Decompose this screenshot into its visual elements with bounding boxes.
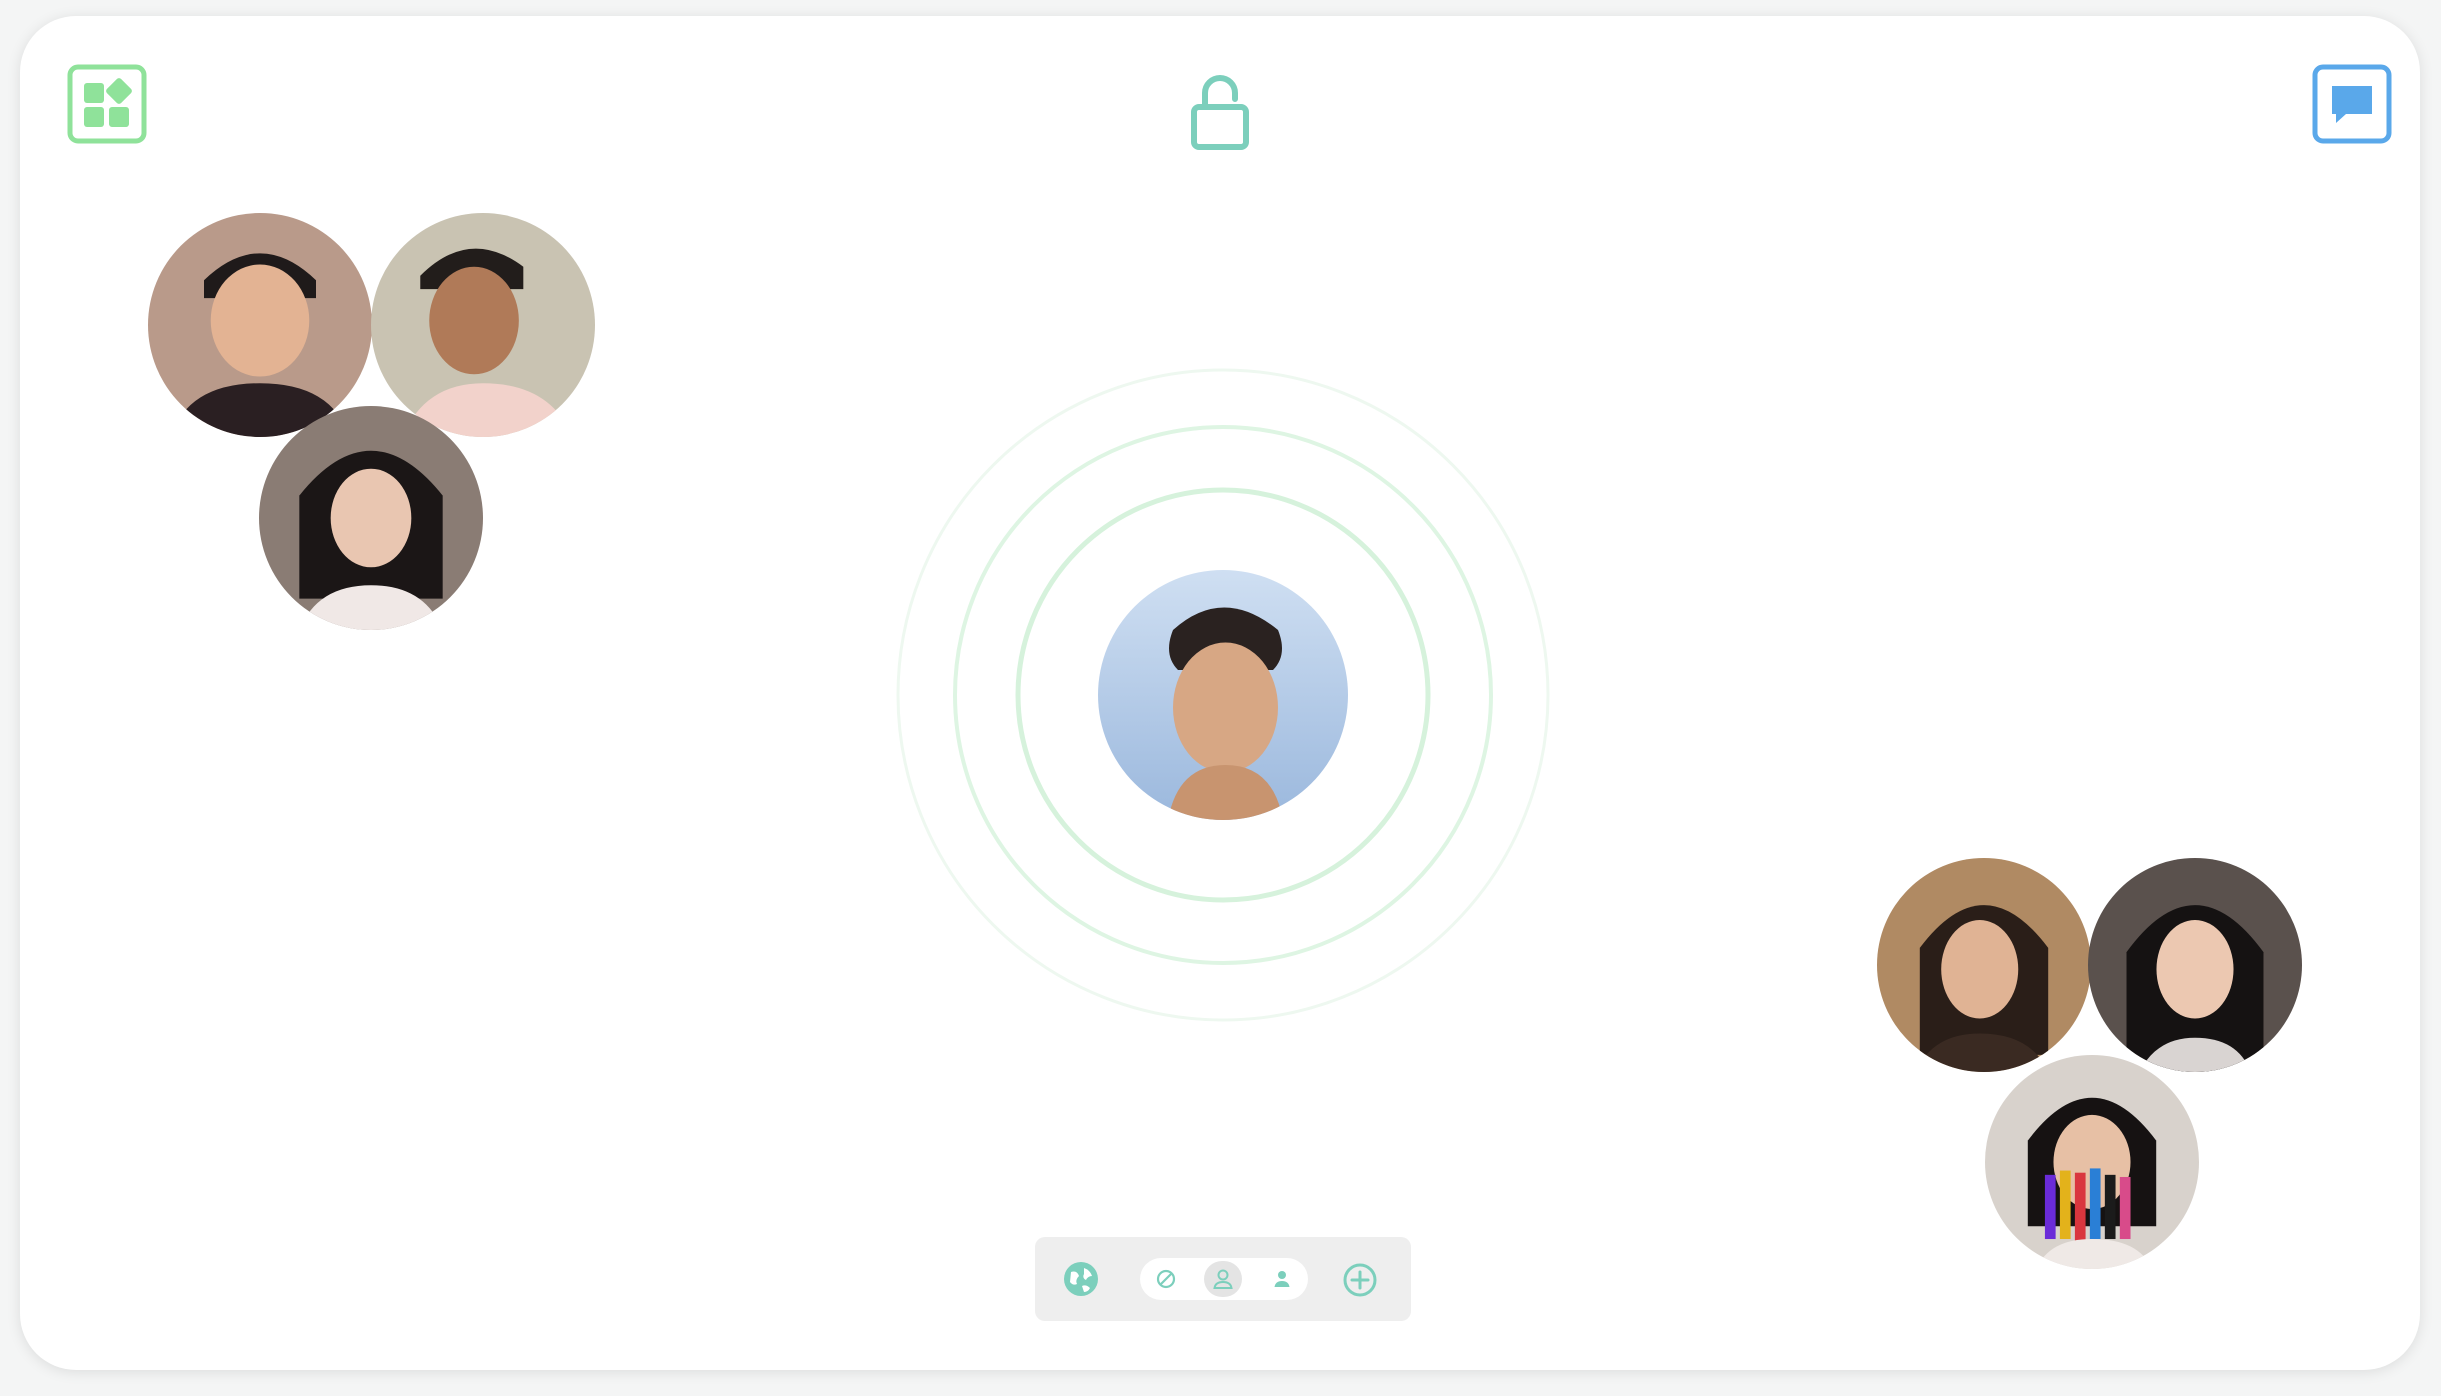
person-video-avatar	[259, 406, 483, 630]
available-status-button[interactable]	[1266, 1263, 1298, 1295]
status-toolbar	[1035, 1237, 1411, 1321]
group1-member-3-avatar[interactable]	[259, 406, 483, 630]
person-video-avatar	[371, 213, 595, 437]
self-avatar[interactable]	[1098, 570, 1348, 820]
group2-member-2-avatar[interactable]	[2088, 858, 2302, 1072]
add-button[interactable]	[1341, 1261, 1379, 1299]
group2-member-1-avatar[interactable]	[1877, 858, 2091, 1072]
person-video-avatar	[1098, 570, 1348, 820]
away-status-button[interactable]	[1204, 1261, 1242, 1297]
person-video-avatar	[148, 213, 372, 437]
globe-button[interactable]	[1061, 1259, 1101, 1299]
group2-member-3-avatar[interactable]	[1985, 1055, 2199, 1269]
status-selector	[1140, 1258, 1308, 1300]
group1-member-2-avatar[interactable]	[371, 213, 595, 437]
person-video-avatar	[1985, 1055, 2199, 1269]
globe-icon	[1064, 1262, 1098, 1296]
call-window	[20, 16, 2420, 1370]
person-outline-icon	[1213, 1269, 1233, 1289]
add-circle-icon	[1343, 1263, 1377, 1297]
person-video-avatar	[1877, 858, 2091, 1072]
do-not-disturb-icon	[1156, 1269, 1176, 1289]
dnd-status-button[interactable]	[1150, 1263, 1182, 1295]
person-video-avatar	[2088, 858, 2302, 1072]
person-filled-icon	[1274, 1271, 1290, 1287]
group1-member-1-avatar[interactable]	[148, 213, 372, 437]
